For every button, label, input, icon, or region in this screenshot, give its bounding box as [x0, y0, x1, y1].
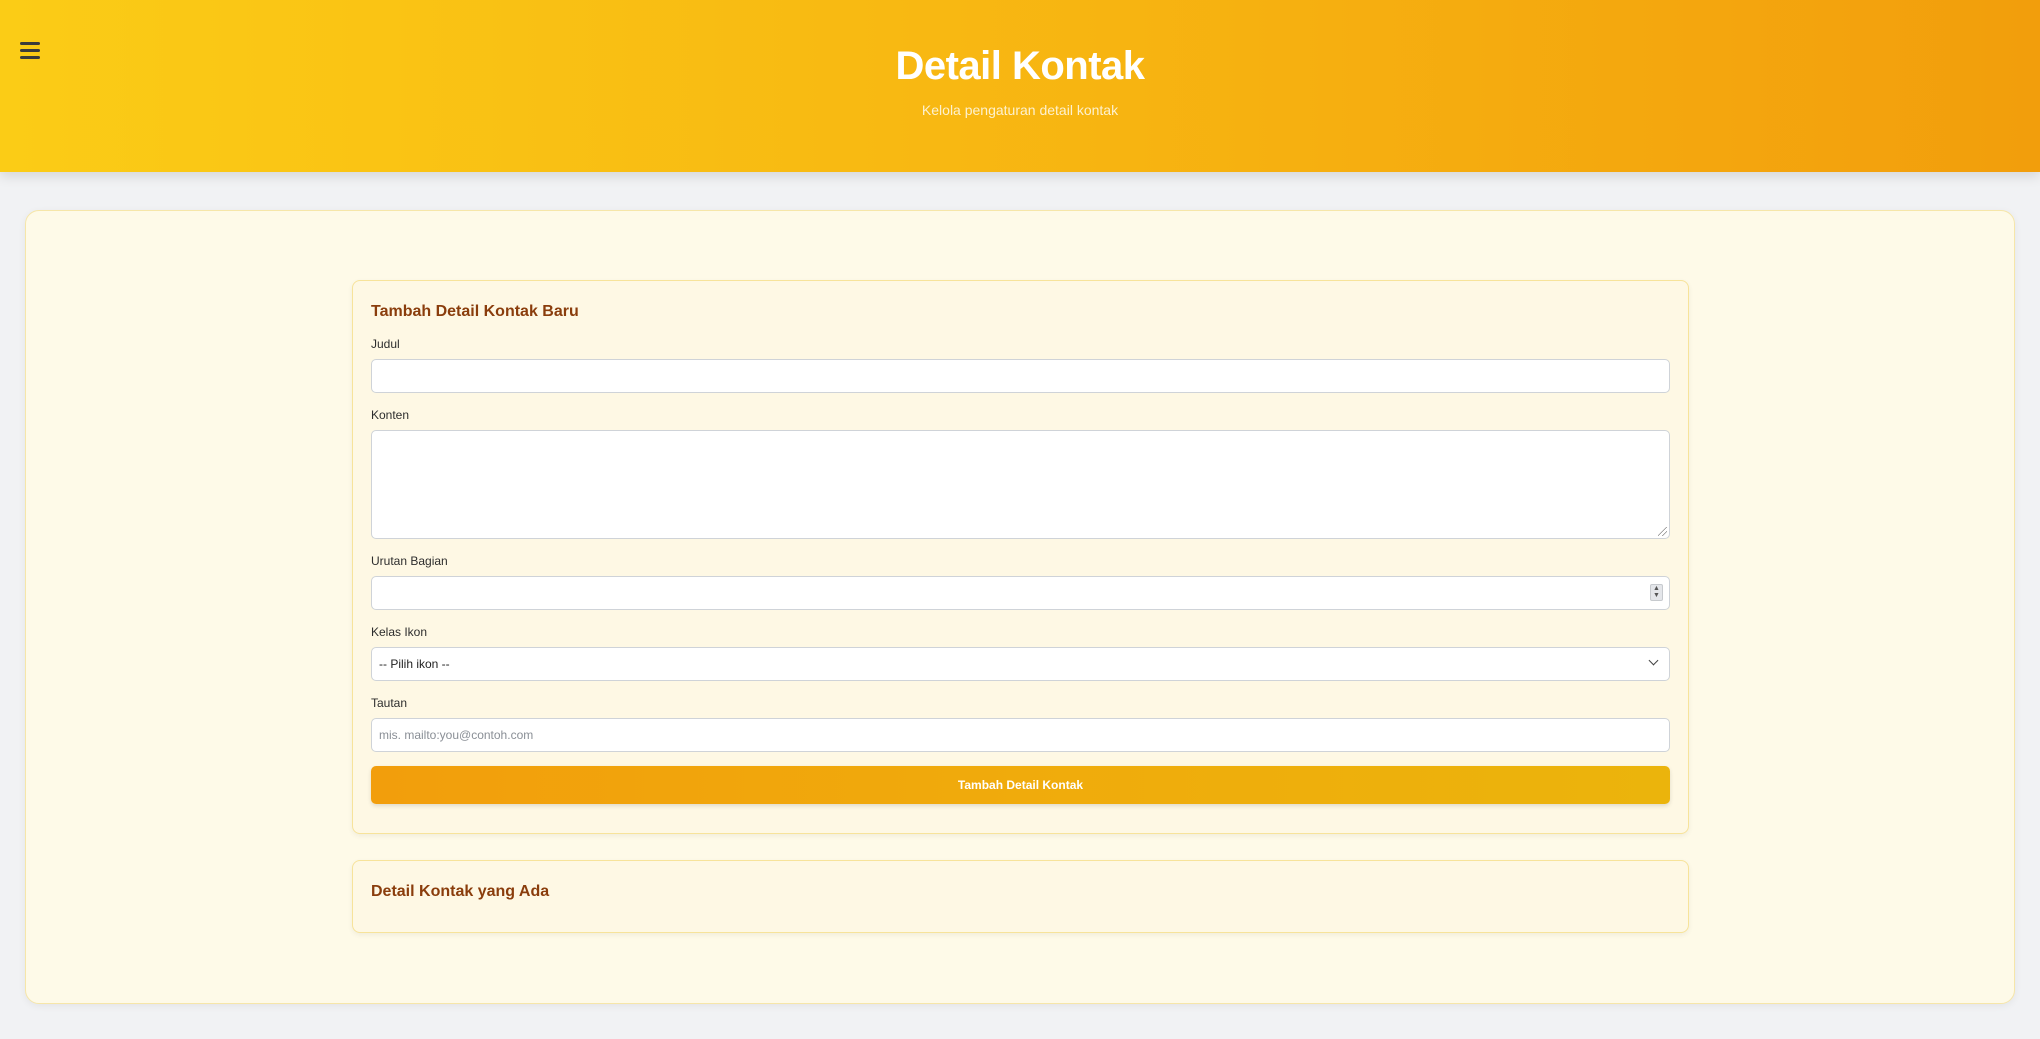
ikon-label: Kelas Ikon: [371, 625, 428, 639]
form-title: Tambah Detail Kontak Baru: [371, 303, 579, 320]
konten-textarea[interactable]: [372, 431, 1669, 538]
chevron-down-icon: [1648, 655, 1659, 666]
page-header: Detail Kontak Kelola pengaturan detail k…: [0, 0, 2040, 172]
page-subtitle: Kelola pengaturan detail kontak: [921, 102, 1119, 118]
existing-title: Detail Kontak yang Ada: [371, 883, 550, 900]
tautan-label: Tautan: [371, 696, 408, 710]
add-contact-button[interactable]: Tambah Detail Kontak: [371, 766, 1670, 804]
number-spinner-icon[interactable]: ▲ ▼: [1650, 584, 1663, 601]
ikon-select[interactable]: -- Pilih ikon --: [371, 647, 1670, 681]
existing-contacts-card: Detail Kontak yang Ada: [352, 860, 1689, 933]
judul-input-wrapper: [371, 359, 1670, 393]
urutan-label: Urutan Bagian: [371, 554, 448, 568]
tautan-input[interactable]: [372, 719, 1669, 751]
ikon-select-value: -- Pilih ikon --: [379, 657, 450, 671]
urutan-number-input[interactable]: [372, 577, 1669, 609]
konten-textarea-wrapper: [371, 430, 1670, 539]
judul-input[interactable]: [372, 360, 1669, 392]
tautan-input-wrapper: [371, 718, 1670, 752]
urutan-input-wrapper: ▲ ▼: [371, 576, 1670, 610]
resize-handle-icon[interactable]: [1658, 527, 1667, 536]
add-contact-form-card: Tambah Detail Kontak Baru Judul Konten U…: [352, 280, 1689, 834]
konten-label: Konten: [371, 408, 410, 422]
judul-label: Judul: [371, 337, 400, 351]
page-title: Detail Kontak: [895, 44, 1145, 88]
